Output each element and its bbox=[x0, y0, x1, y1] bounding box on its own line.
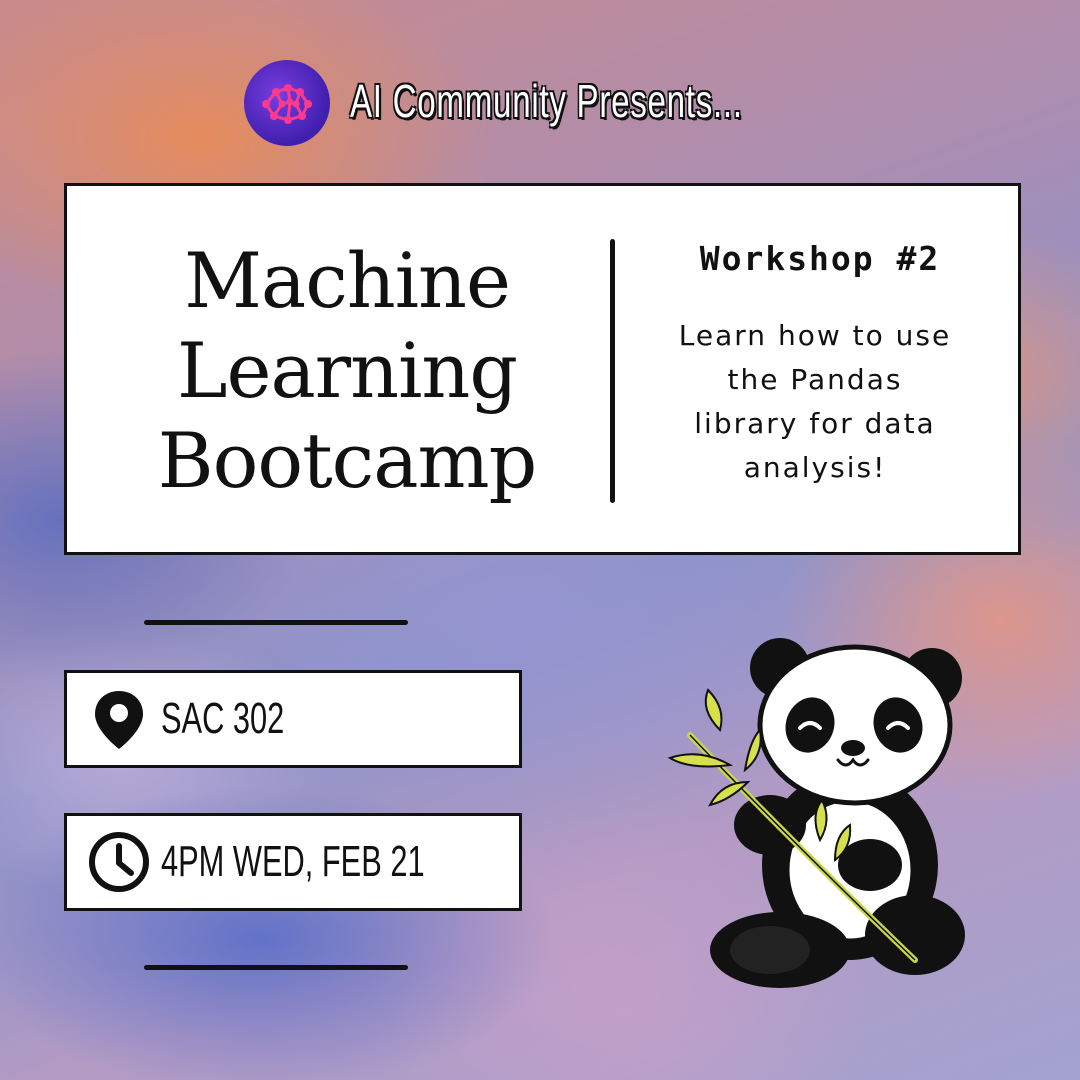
description-line: library for data bbox=[694, 407, 936, 440]
clock-icon bbox=[89, 832, 149, 892]
time-box: 4PM WED, FEB 21 bbox=[64, 813, 522, 911]
event-title-line: Bootcamp bbox=[157, 416, 538, 505]
event-card: Machine Learning Bootcamp Workshop #2 Le… bbox=[64, 183, 1021, 555]
time-text: 4PM WED, FEB 21 bbox=[161, 837, 425, 886]
bottom-rule bbox=[144, 965, 408, 970]
description-line: analysis! bbox=[743, 451, 887, 484]
event-title: Machine Learning Bootcamp bbox=[137, 236, 557, 506]
description-line: the Pandas bbox=[727, 363, 903, 396]
workshop-description: Learn how to use the Pandas library for … bbox=[645, 314, 985, 490]
event-title-line: Machine bbox=[184, 236, 511, 325]
location-box: SAC 302 bbox=[64, 670, 522, 768]
event-title-line: Learning bbox=[177, 326, 518, 415]
brain-network-icon bbox=[244, 60, 330, 146]
description-line: Learn how to use bbox=[678, 319, 952, 352]
location-text: SAC 302 bbox=[161, 694, 285, 743]
presents-heading: AI Community Presents... bbox=[350, 75, 743, 127]
vertical-divider bbox=[610, 239, 615, 503]
panda-with-bamboo-icon bbox=[667, 638, 965, 988]
workshop-number: Workshop #2 bbox=[699, 239, 941, 278]
top-rule bbox=[144, 620, 408, 625]
map-pin-icon bbox=[95, 691, 143, 749]
